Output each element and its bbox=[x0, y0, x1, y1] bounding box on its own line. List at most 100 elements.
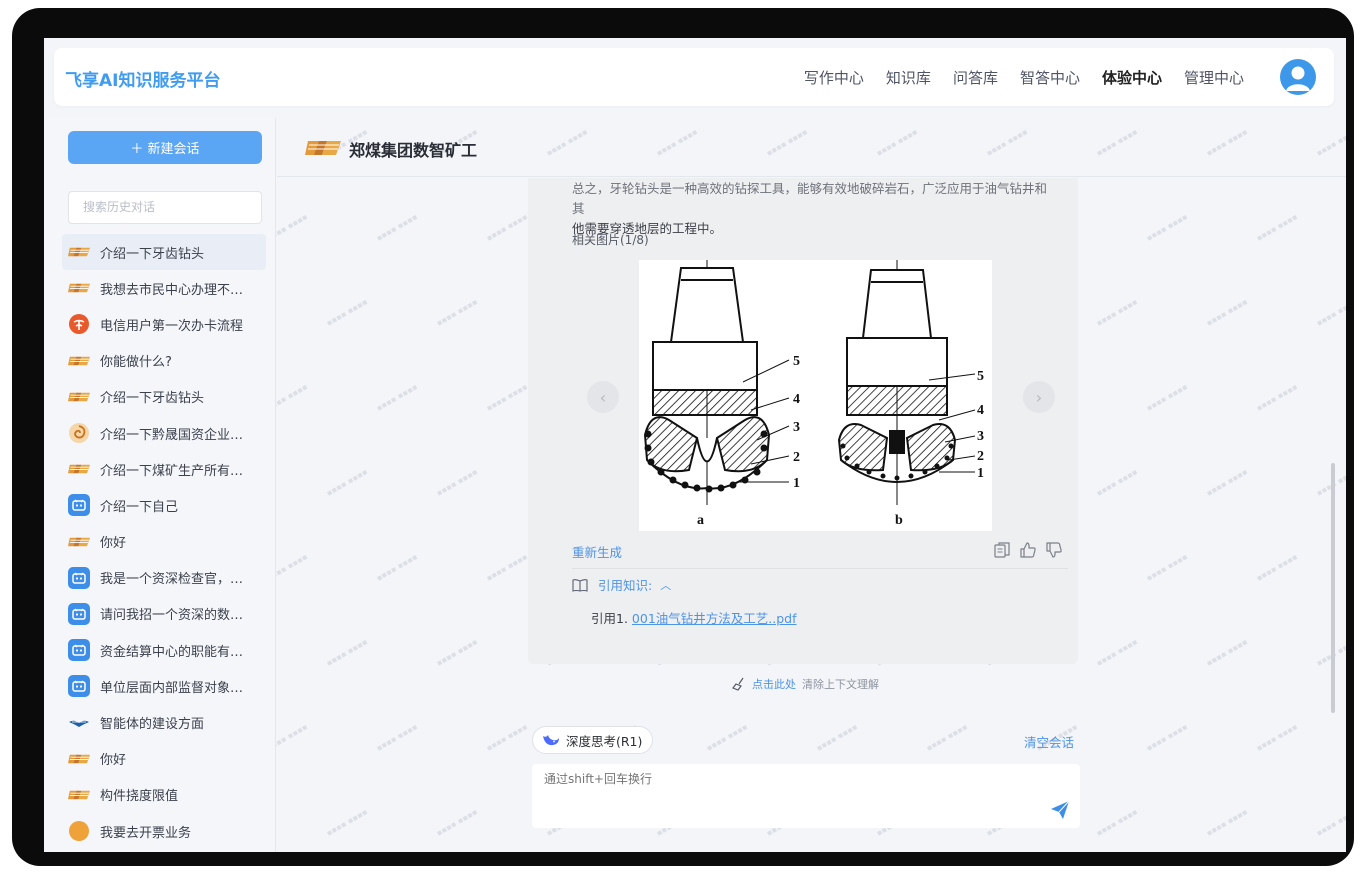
watermark: ▪▪▪▪ ▪▪▪▪ bbox=[484, 722, 530, 753]
history-item-label: 你能做什么? bbox=[100, 355, 172, 371]
zm-logo-icon bbox=[68, 458, 90, 480]
watermark: ▪▪▪▪ ▪▪▪▪ bbox=[374, 212, 420, 243]
history-item[interactable]: 电信用户第一次办卡流程 bbox=[62, 306, 266, 342]
history-item[interactable]: 资金结算中心的职能有哪些 bbox=[62, 632, 266, 668]
watermark: ▪▪▪▪ ▪▪▪▪ bbox=[1204, 807, 1250, 838]
nav-knowledge-base[interactable]: 知识库 bbox=[886, 67, 931, 88]
chat-scrollbar[interactable] bbox=[1331, 463, 1335, 713]
history-item[interactable]: 智能体的建设方面 bbox=[62, 704, 266, 740]
diagram-label: 3 bbox=[977, 429, 984, 444]
new-chat-button[interactable]: ＋ 新建会话 bbox=[68, 131, 262, 164]
watermark: ▪▪▪▪ ▪▪▪▪ bbox=[814, 722, 860, 753]
regenerate-button[interactable]: 重新生成 bbox=[572, 542, 622, 561]
diagram-label-a: a bbox=[697, 513, 704, 528]
history-item[interactable]: 你好 bbox=[62, 741, 266, 777]
history-search-input[interactable]: 搜索历史对话 bbox=[68, 191, 262, 224]
watermark: ▪▪▪▪ ▪▪▪▪ bbox=[1254, 212, 1300, 243]
carousel-prev-button[interactable]: ‹ bbox=[587, 381, 619, 413]
wing-logo-icon bbox=[68, 712, 90, 734]
nav-experience-center[interactable]: 体验中心 bbox=[1102, 67, 1162, 88]
history-item[interactable]: 我是一个资深检查官，请帮我 bbox=[62, 560, 266, 596]
copy-icon[interactable] bbox=[992, 540, 1012, 560]
assistant-message: 总之，牙轮钻头是一种高效的钻探工具，能够有效地破碎岩石，广泛应用于油气钻井和其 … bbox=[528, 178, 1078, 664]
send-icon[interactable] bbox=[1050, 800, 1070, 820]
diagram-label: 5 bbox=[793, 354, 800, 369]
clear-session-button[interactable]: 清空会话 bbox=[1024, 732, 1074, 751]
watermark: ▪▪▪▪ ▪▪▪▪ bbox=[484, 212, 530, 243]
history-item[interactable]: 请问我招一个资深的数据分析师 bbox=[62, 596, 266, 632]
history-item-label: 构件挠度限值 bbox=[100, 789, 179, 805]
watermark: ▪▪▪▪ ▪▪▪▪ bbox=[484, 382, 530, 413]
history-item[interactable]: 你能做什么? bbox=[62, 343, 266, 379]
history-item-label: 单位层面内部监督对象有哪些 bbox=[100, 680, 246, 696]
history-item-label: 介绍一下黔晟国资企业集团 bbox=[100, 427, 246, 443]
history-item-label: 资金结算中心的职能有哪些 bbox=[100, 644, 246, 660]
telecom-logo-icon bbox=[68, 313, 90, 335]
top-header: 飞享AI知识服务平台 写作中心 知识库 问答库 智答中心 体验中心 管理中心 bbox=[54, 48, 1334, 106]
nav-qa-library[interactable]: 问答库 bbox=[953, 67, 998, 88]
watermark: ▪▪▪▪ ▪▪▪▪ bbox=[1094, 467, 1140, 498]
brand-title[interactable]: 飞享AI知识服务平台 bbox=[65, 66, 220, 91]
watermark: ▪▪▪▪ ▪▪▪▪ bbox=[434, 297, 480, 328]
zm-logo-icon bbox=[68, 748, 90, 770]
history-item[interactable]: 介绍一下黔晟国资企业集团 bbox=[62, 415, 266, 451]
related-images-label: 相关图片(1/8) bbox=[572, 233, 649, 247]
history-item[interactable]: 我要去开票业务 bbox=[62, 813, 266, 849]
zm-logo-icon bbox=[68, 350, 90, 372]
watermark: ▪▪▪▪ ▪▪▪▪ bbox=[1094, 807, 1140, 838]
watermark: ▪▪▪▪ ▪▪▪▪ bbox=[1314, 297, 1346, 328]
watermark: ▪▪▪▪ ▪▪▪▪ bbox=[324, 637, 370, 668]
citation-file-link[interactable]: 001油气钻井方法及工艺..pdf bbox=[632, 611, 797, 626]
watermark: ▪▪▪▪ ▪▪▪▪ bbox=[324, 467, 370, 498]
message-input-box bbox=[532, 764, 1080, 828]
history-item-label: 我想去市民中心办理不动产登记 bbox=[100, 282, 246, 298]
watermark: ▪▪▪▪ ▪▪▪▪ bbox=[484, 552, 530, 583]
clear-context-link[interactable]: 点击此处 bbox=[752, 676, 796, 692]
whale-icon bbox=[543, 735, 559, 746]
history-item[interactable]: 我想去市民中心办理不动产登记 bbox=[62, 270, 266, 306]
watermark: ▪▪▪▪ ▪▪▪▪ bbox=[374, 382, 420, 413]
history-item-label: 你好 bbox=[100, 753, 127, 769]
history-item[interactable]: 介绍一下自己 bbox=[62, 487, 266, 523]
history-list: 介绍一下牙齿钻头我想去市民中心办理不动产登记电信用户第一次办卡流程你能做什么?介… bbox=[62, 234, 266, 849]
book-icon bbox=[572, 578, 588, 592]
diagram-label: 3 bbox=[793, 420, 800, 435]
device-frame: ▪▪▪▪ ▪▪▪▪ ▪▪▪▪ ▪▪▪▪ ▪▪▪▪ ▪▪▪▪ ▪▪▪▪ ▪▪▪▪ ▪▪▪▪… bbox=[12, 8, 1354, 866]
diagram-label: 4 bbox=[793, 392, 800, 407]
thumbs-down-icon[interactable] bbox=[1044, 540, 1064, 560]
carousel-next-button[interactable]: › bbox=[1023, 381, 1055, 413]
robot-icon bbox=[68, 675, 90, 698]
diagram-label: 5 bbox=[977, 369, 984, 384]
user-avatar-icon[interactable] bbox=[1280, 59, 1316, 95]
history-item[interactable]: 你好 bbox=[62, 524, 266, 560]
watermark: ▪▪▪▪ ▪▪▪▪ bbox=[1204, 297, 1250, 328]
diagram-label: 4 bbox=[977, 403, 984, 418]
history-item[interactable]: 介绍一下牙齿钻头 bbox=[62, 379, 266, 415]
watermark: ▪▪▪▪ ▪▪▪▪ bbox=[1144, 722, 1190, 753]
chat-header: 郑煤集团数智矿工 bbox=[277, 118, 1346, 177]
history-item-label: 智能体的建设方面 bbox=[100, 717, 205, 733]
nav-smart-answer-center[interactable]: 智答中心 bbox=[1020, 67, 1080, 88]
history-item-label: 电信用户第一次办卡流程 bbox=[100, 318, 244, 334]
diagram-label: 1 bbox=[793, 476, 800, 491]
message-input[interactable] bbox=[532, 764, 1080, 828]
watermark: ▪▪▪▪ ▪▪▪▪ bbox=[1094, 297, 1140, 328]
zm-logo-icon bbox=[305, 141, 341, 155]
cite-toggle[interactable]: 引用知识: ︿ bbox=[572, 575, 671, 594]
deep-think-toggle[interactable]: 深度思考(R1) bbox=[532, 726, 654, 754]
history-item[interactable]: 单位层面内部监督对象有哪些 bbox=[62, 668, 266, 704]
watermark: ▪▪▪▪ ▪▪▪▪ bbox=[434, 807, 480, 838]
history-item[interactable]: 介绍一下牙齿钻头 bbox=[62, 234, 266, 271]
zm-logo-icon bbox=[68, 241, 90, 263]
nav-admin-center[interactable]: 管理中心 bbox=[1184, 67, 1244, 88]
history-item-label: 请问我招一个资深的数据分析师 bbox=[100, 608, 246, 624]
watermark: ▪▪▪▪ ▪▪▪▪ bbox=[1204, 637, 1250, 668]
diagram-label: 2 bbox=[977, 449, 984, 464]
history-item[interactable]: 介绍一下煤矿生产所有环节 bbox=[62, 451, 266, 487]
nav-writing-center[interactable]: 写作中心 bbox=[804, 67, 864, 88]
watermark: ▪▪▪▪ ▪▪▪▪ bbox=[1254, 382, 1300, 413]
app-screen: ▪▪▪▪ ▪▪▪▪ ▪▪▪▪ ▪▪▪▪ ▪▪▪▪ ▪▪▪▪ ▪▪▪▪ ▪▪▪▪ ▪▪▪▪… bbox=[44, 38, 1346, 852]
history-item[interactable]: 构件挠度限值 bbox=[62, 777, 266, 813]
thumbs-up-icon[interactable] bbox=[1018, 540, 1038, 560]
zm-logo-icon bbox=[68, 277, 90, 299]
